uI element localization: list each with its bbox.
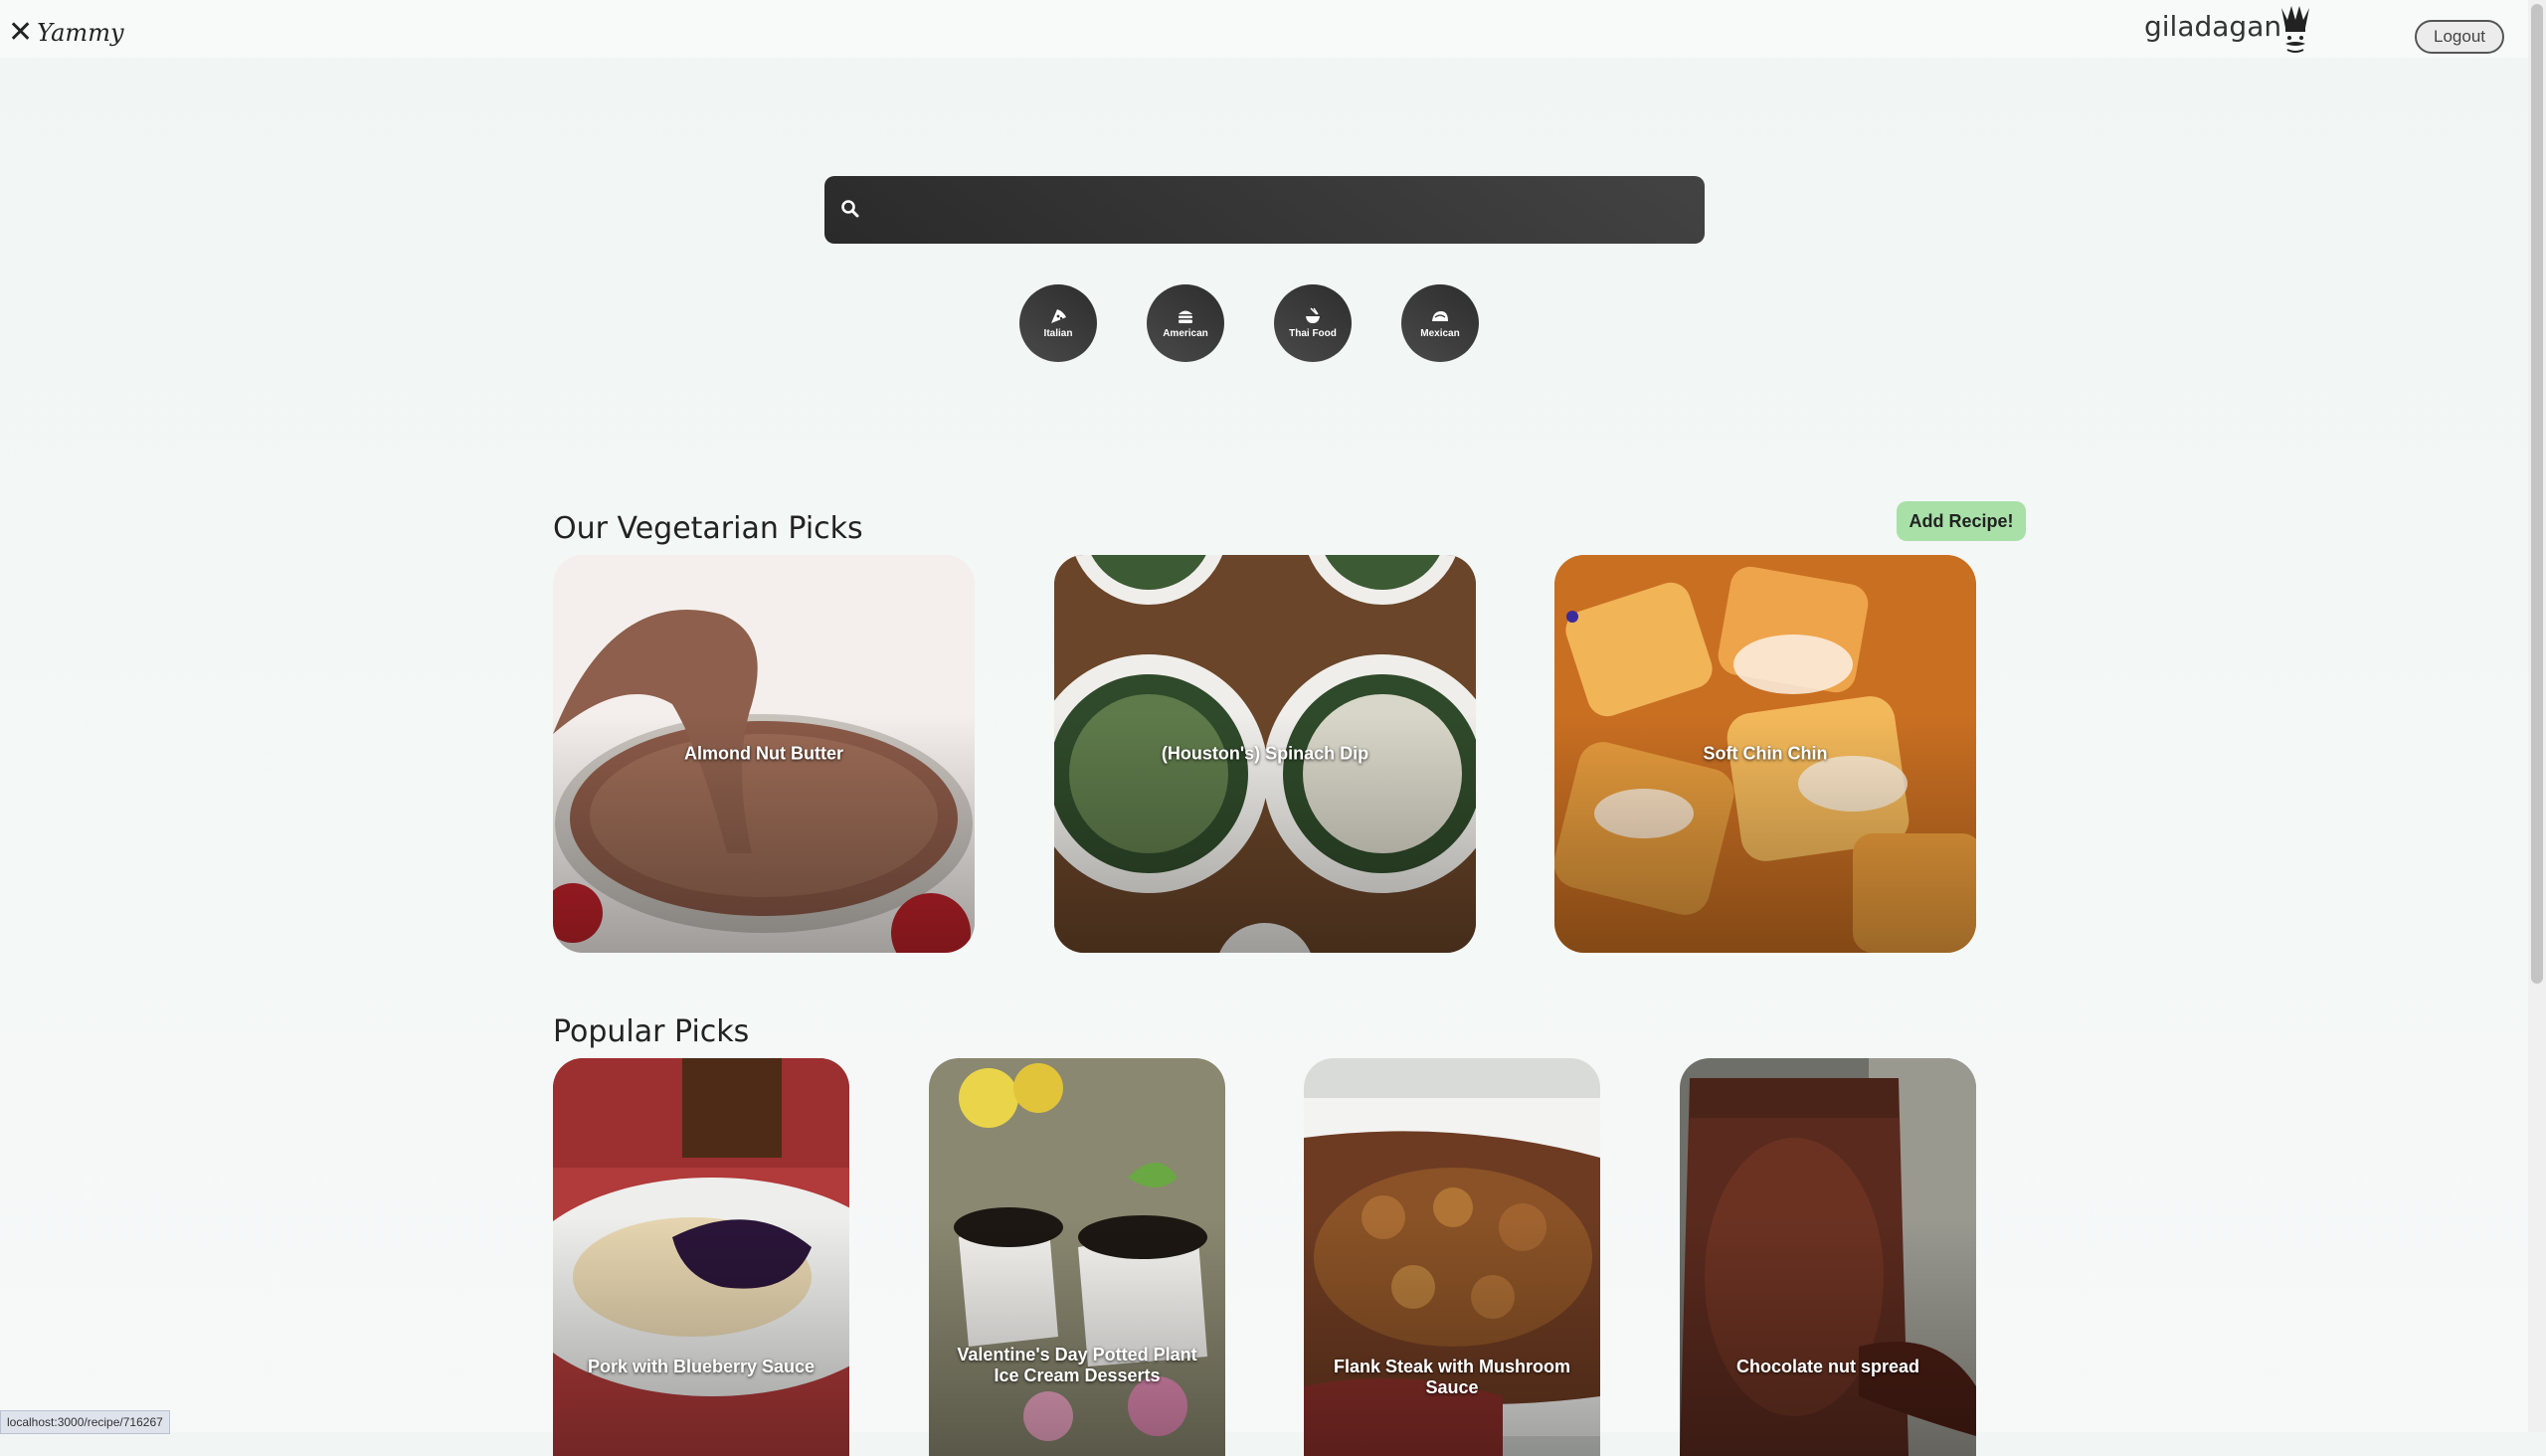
hamburger-icon [1179, 310, 1192, 323]
cuisine-label: Mexican [1420, 328, 1460, 339]
logo[interactable]: ✕ Yammy [8, 18, 124, 48]
add-recipe-button[interactable]: Add Recipe! [1897, 501, 2026, 541]
section-title-popular: Popular Picks [553, 1014, 750, 1049]
recipe-title: (Houston's) Spinach Dip [1161, 743, 1369, 764]
recipe-title: Valentine's Day Potted Plant Ice Cream D… [957, 1345, 1197, 1385]
recipe-title: Soft Chin Chin [1703, 743, 1828, 764]
fork-knife-icon: ✕ [8, 16, 34, 49]
scrollbar-thumb[interactable] [2531, 4, 2543, 984]
cuisine-label: American [1163, 328, 1208, 339]
section-title-vegetarian: Our Vegetarian Picks [553, 511, 863, 546]
cuisine-thai[interactable]: Thai Food [1274, 284, 1352, 362]
recipe-title: Almond Nut Butter [684, 743, 843, 764]
recipe-card[interactable]: Valentine's Day Potted Plant Ice Cream D… [929, 1058, 1225, 1456]
taco-icon [1432, 311, 1448, 321]
card-overlay [553, 1058, 849, 1456]
noodle-bowl-icon [1306, 307, 1320, 323]
username: giladagan [2144, 10, 2282, 43]
recipe-card[interactable]: Soft Chin Chin [1554, 555, 1976, 953]
cuisine-mexican[interactable]: Mexican [1401, 284, 1479, 362]
card-overlay [929, 1058, 1225, 1456]
top-bar: ✕ Yammy giladagan Logout [0, 0, 2528, 58]
pizza-icon [1051, 309, 1066, 323]
cuisine-italian[interactable]: Italian [1019, 284, 1097, 362]
recipe-title: Pork with Blueberry Sauce [587, 1357, 816, 1376]
cuisine-american[interactable]: American [1147, 284, 1224, 362]
recipe-card[interactable]: (Houston's) Spinach Dip [1054, 555, 1476, 953]
recipe-card[interactable]: Flank Steak with Mushroom Sauce [1304, 1058, 1600, 1456]
recipe-card[interactable]: Almond Nut Butter [553, 555, 975, 953]
recipe-card[interactable]: Chocolate nut spread [1680, 1058, 1976, 1456]
cuisine-label: Thai Food [1289, 328, 1337, 339]
status-bar-url: localhost:3000/recipe/716267 [0, 1410, 170, 1434]
recipe-card[interactable]: Pork with Blueberry Sauce [553, 1058, 849, 1456]
recipe-title: Chocolate nut spread [1735, 1357, 1920, 1376]
cuisine-label: Italian [1043, 328, 1073, 339]
search-input[interactable] [874, 186, 1694, 236]
search-bar[interactable] [824, 176, 1705, 244]
chef-hat-icon [2281, 6, 2309, 53]
card-overlay [1680, 1058, 1976, 1456]
recipe-title: Flank Steak with Mushroom Sauce [1333, 1357, 1571, 1397]
logo-text: Yammy [37, 19, 124, 47]
search-icon [841, 200, 859, 218]
logout-button[interactable]: Logout [2415, 20, 2504, 54]
